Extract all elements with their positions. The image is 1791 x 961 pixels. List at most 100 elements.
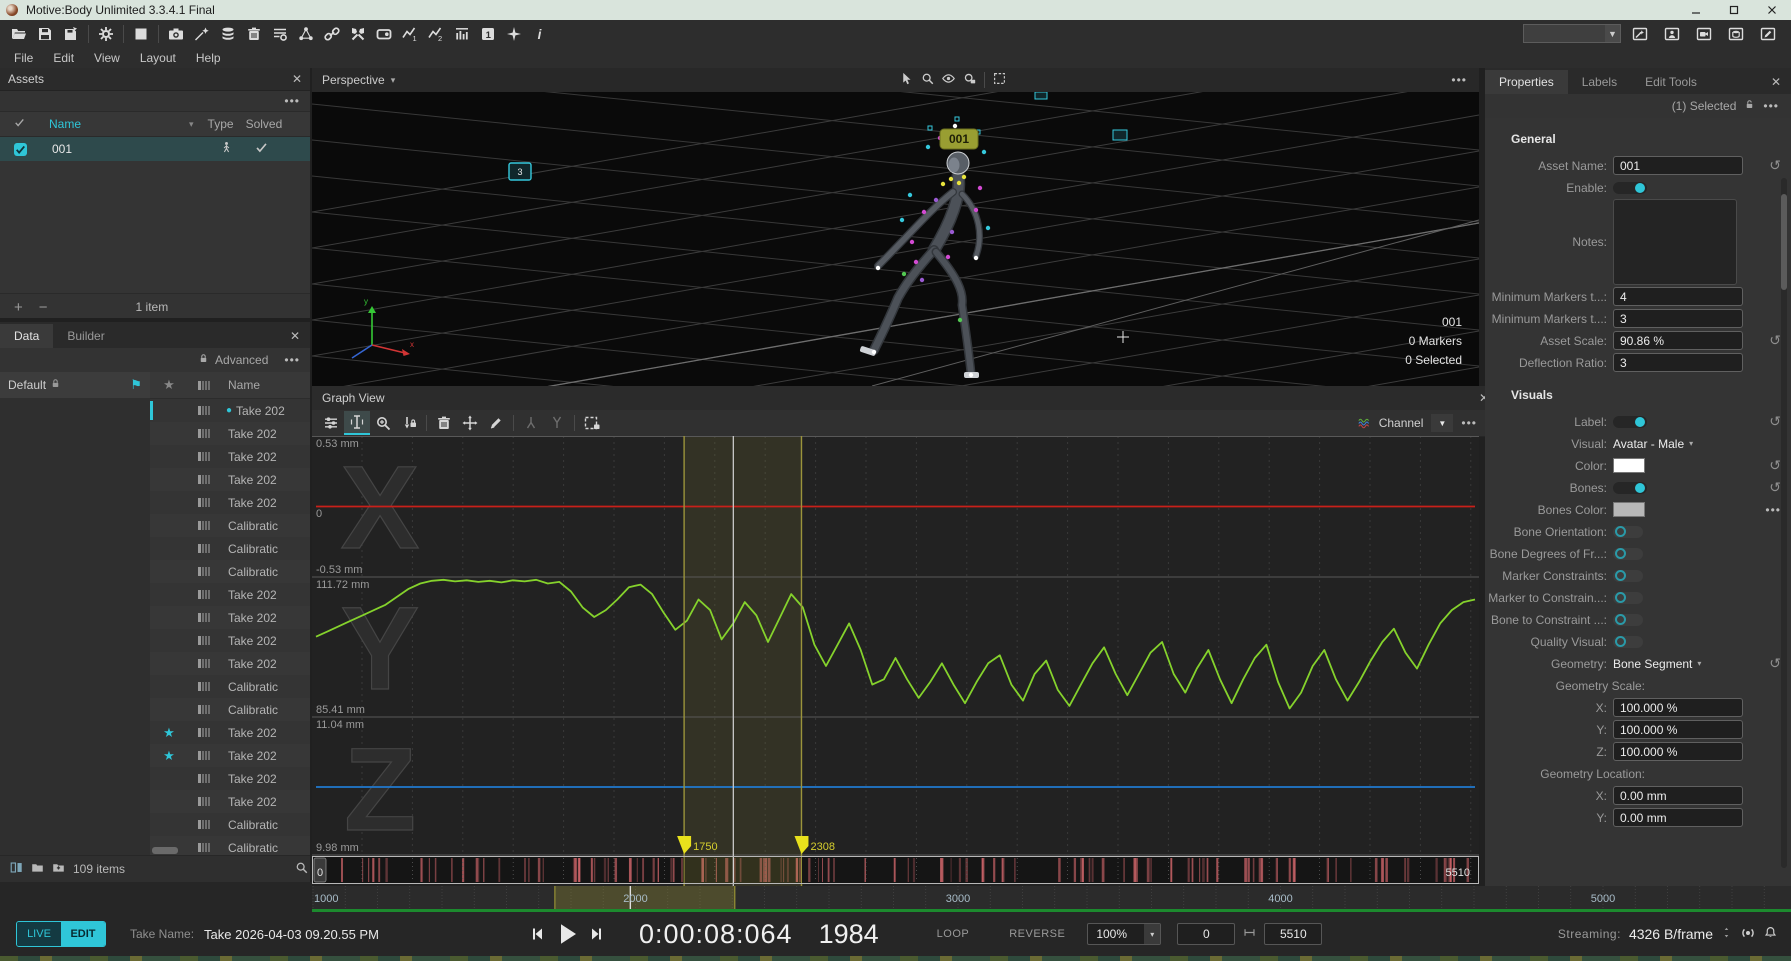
graph-pane-2-button[interactable]: 2 [423,22,449,45]
media-column-icon[interactable] [188,381,220,390]
open-file-button[interactable] [6,22,32,45]
undo-icon[interactable]: ↺ [1769,655,1781,672]
asset-label-badge[interactable]: 001 [940,129,978,149]
nav-cross-button[interactable] [457,412,483,434]
play-button[interactable] [555,922,579,946]
follow-tool-icon[interactable] [963,72,976,88]
camera-badge[interactable]: 3 [509,163,531,180]
property-input[interactable]: 100.000 % [1613,742,1743,761]
panel-wand-button[interactable] [1627,22,1653,45]
reset-trash-button[interactable] [431,412,457,434]
advanced-label[interactable]: Advanced [215,353,268,367]
list-scrollbar-thumb[interactable] [152,847,178,854]
view-selector[interactable]: Perspective [322,73,385,87]
property-input[interactable]: 001 [1613,156,1743,175]
channel-dropdown-icon[interactable]: ▼ [1431,414,1453,432]
assets-menu-icon[interactable]: ••• [284,94,300,108]
panel-person-button[interactable] [1659,22,1685,45]
assets-col-type[interactable]: Type [208,117,234,131]
undo-icon[interactable]: ↺ [1769,413,1781,430]
take-row[interactable]: Calibratic [150,698,310,721]
assets-col-solved[interactable]: Solved [246,117,283,131]
search-icon[interactable] [295,861,308,877]
take-row[interactable]: Calibratic [150,560,310,583]
take-row[interactable]: Take 202 [150,491,310,514]
property-input[interactable]: 4 [1613,287,1743,306]
frame-display[interactable]: 1984 [819,919,879,950]
color-swatch[interactable] [1613,502,1645,517]
property-toggle[interactable] [1613,592,1643,604]
link-constraint-button[interactable] [319,22,345,45]
save-take-button[interactable] [58,22,84,45]
take-row[interactable]: Calibratic [150,537,310,560]
prev-frame-button[interactable] [529,926,545,942]
take-row[interactable]: Take 202 [150,468,310,491]
info-button[interactable]: i [527,22,553,45]
take-row[interactable]: Take 202 [150,652,310,675]
panel-edit-button[interactable] [1755,22,1781,45]
take-name-value[interactable]: Take 2026-04-03 09.20.55 PM [204,927,379,942]
property-input[interactable]: 100.000 % [1613,720,1743,739]
menu-edit[interactable]: Edit [45,49,82,67]
property-toggle[interactable] [1613,526,1643,538]
range-end-input[interactable]: 5510 [1264,923,1322,945]
next-frame-button[interactable] [589,926,605,942]
menu-view[interactable]: View [86,49,128,67]
assets-col-name[interactable]: Name [49,117,81,131]
property-input[interactable]: 90.86 % [1613,331,1743,350]
magic-wand-button[interactable] [189,22,215,45]
take-col-name[interactable]: Name [228,378,260,392]
graph-pane-1-button[interactable]: 1 [397,22,423,45]
save-button[interactable] [32,22,58,45]
camera-calibration-button[interactable] [163,22,189,45]
session-flag-icon[interactable]: ⚑ [130,377,142,393]
property-toggle[interactable] [1613,182,1647,194]
menu-help[interactable]: Help [188,49,229,67]
sparkle-button[interactable] [501,22,527,45]
minimize-button[interactable] [1677,0,1715,20]
properties-lock-icon[interactable] [1744,99,1755,113]
layout-one-button[interactable]: 1 [475,22,501,45]
streaming-updown-icon[interactable] [1721,927,1732,941]
range-start-input[interactable]: 0 [1177,923,1235,945]
panel-database-button[interactable] [1723,22,1749,45]
timeline-ruler[interactable]: 10002000300040005000 [312,886,1791,912]
pencil-button[interactable] [483,412,509,434]
take-row[interactable]: ★Take 202 [150,721,310,744]
folder-icon[interactable] [31,861,44,877]
property-input[interactable]: 0.00 mm [1613,786,1743,805]
property-input[interactable]: 3 [1613,309,1743,328]
devices-panel-button[interactable] [128,22,154,45]
viewport-3d[interactable]: yx00130010 Markers0 Selected [312,92,1479,386]
property-toggle[interactable] [1613,614,1643,626]
view-selector-chevron-icon[interactable]: ▾ [391,75,396,86]
take-row[interactable]: Take 202 [150,583,310,606]
property-input[interactable]: 3 [1613,353,1743,372]
zoom-tool-icon[interactable] [921,72,934,88]
name-sort-chevron-icon[interactable]: ▾ [189,119,194,130]
property-dropdown[interactable]: Bone Segment▾ [1613,657,1701,671]
take-row[interactable]: Calibratic [150,813,310,836]
tab-properties[interactable]: Properties [1485,70,1568,94]
select-rect-tool-icon[interactable] [993,72,1006,88]
tools-button[interactable] [345,22,371,45]
menu-file[interactable]: File [6,49,41,67]
ibeam-select-button[interactable] [344,411,370,435]
visibility-tool-icon[interactable] [942,72,955,88]
broadcast-icon[interactable] [1740,925,1756,944]
layout-combobox[interactable]: ▼ [1523,24,1621,43]
data-layers-button[interactable] [215,22,241,45]
add-asset-button[interactable]: + [14,299,23,316]
properties-close-icon[interactable]: ✕ [1771,75,1781,89]
viewport-menu-icon[interactable]: ••• [1451,73,1467,87]
assets-close-icon[interactable]: ✕ [292,72,302,86]
undo-icon[interactable]: ↺ [1769,479,1781,496]
take-row[interactable]: Calibratic [150,514,310,537]
property-input[interactable]: 0.00 mm [1613,808,1743,827]
camera-badge-top[interactable] [1035,92,1047,99]
data-menu-icon[interactable]: ••• [284,353,300,367]
asset-checkbox[interactable] [14,143,27,156]
take-row[interactable]: ★Take 202 [150,744,310,767]
loop-button[interactable]: LOOP [937,928,970,940]
tracks-chart-button[interactable] [449,22,475,45]
